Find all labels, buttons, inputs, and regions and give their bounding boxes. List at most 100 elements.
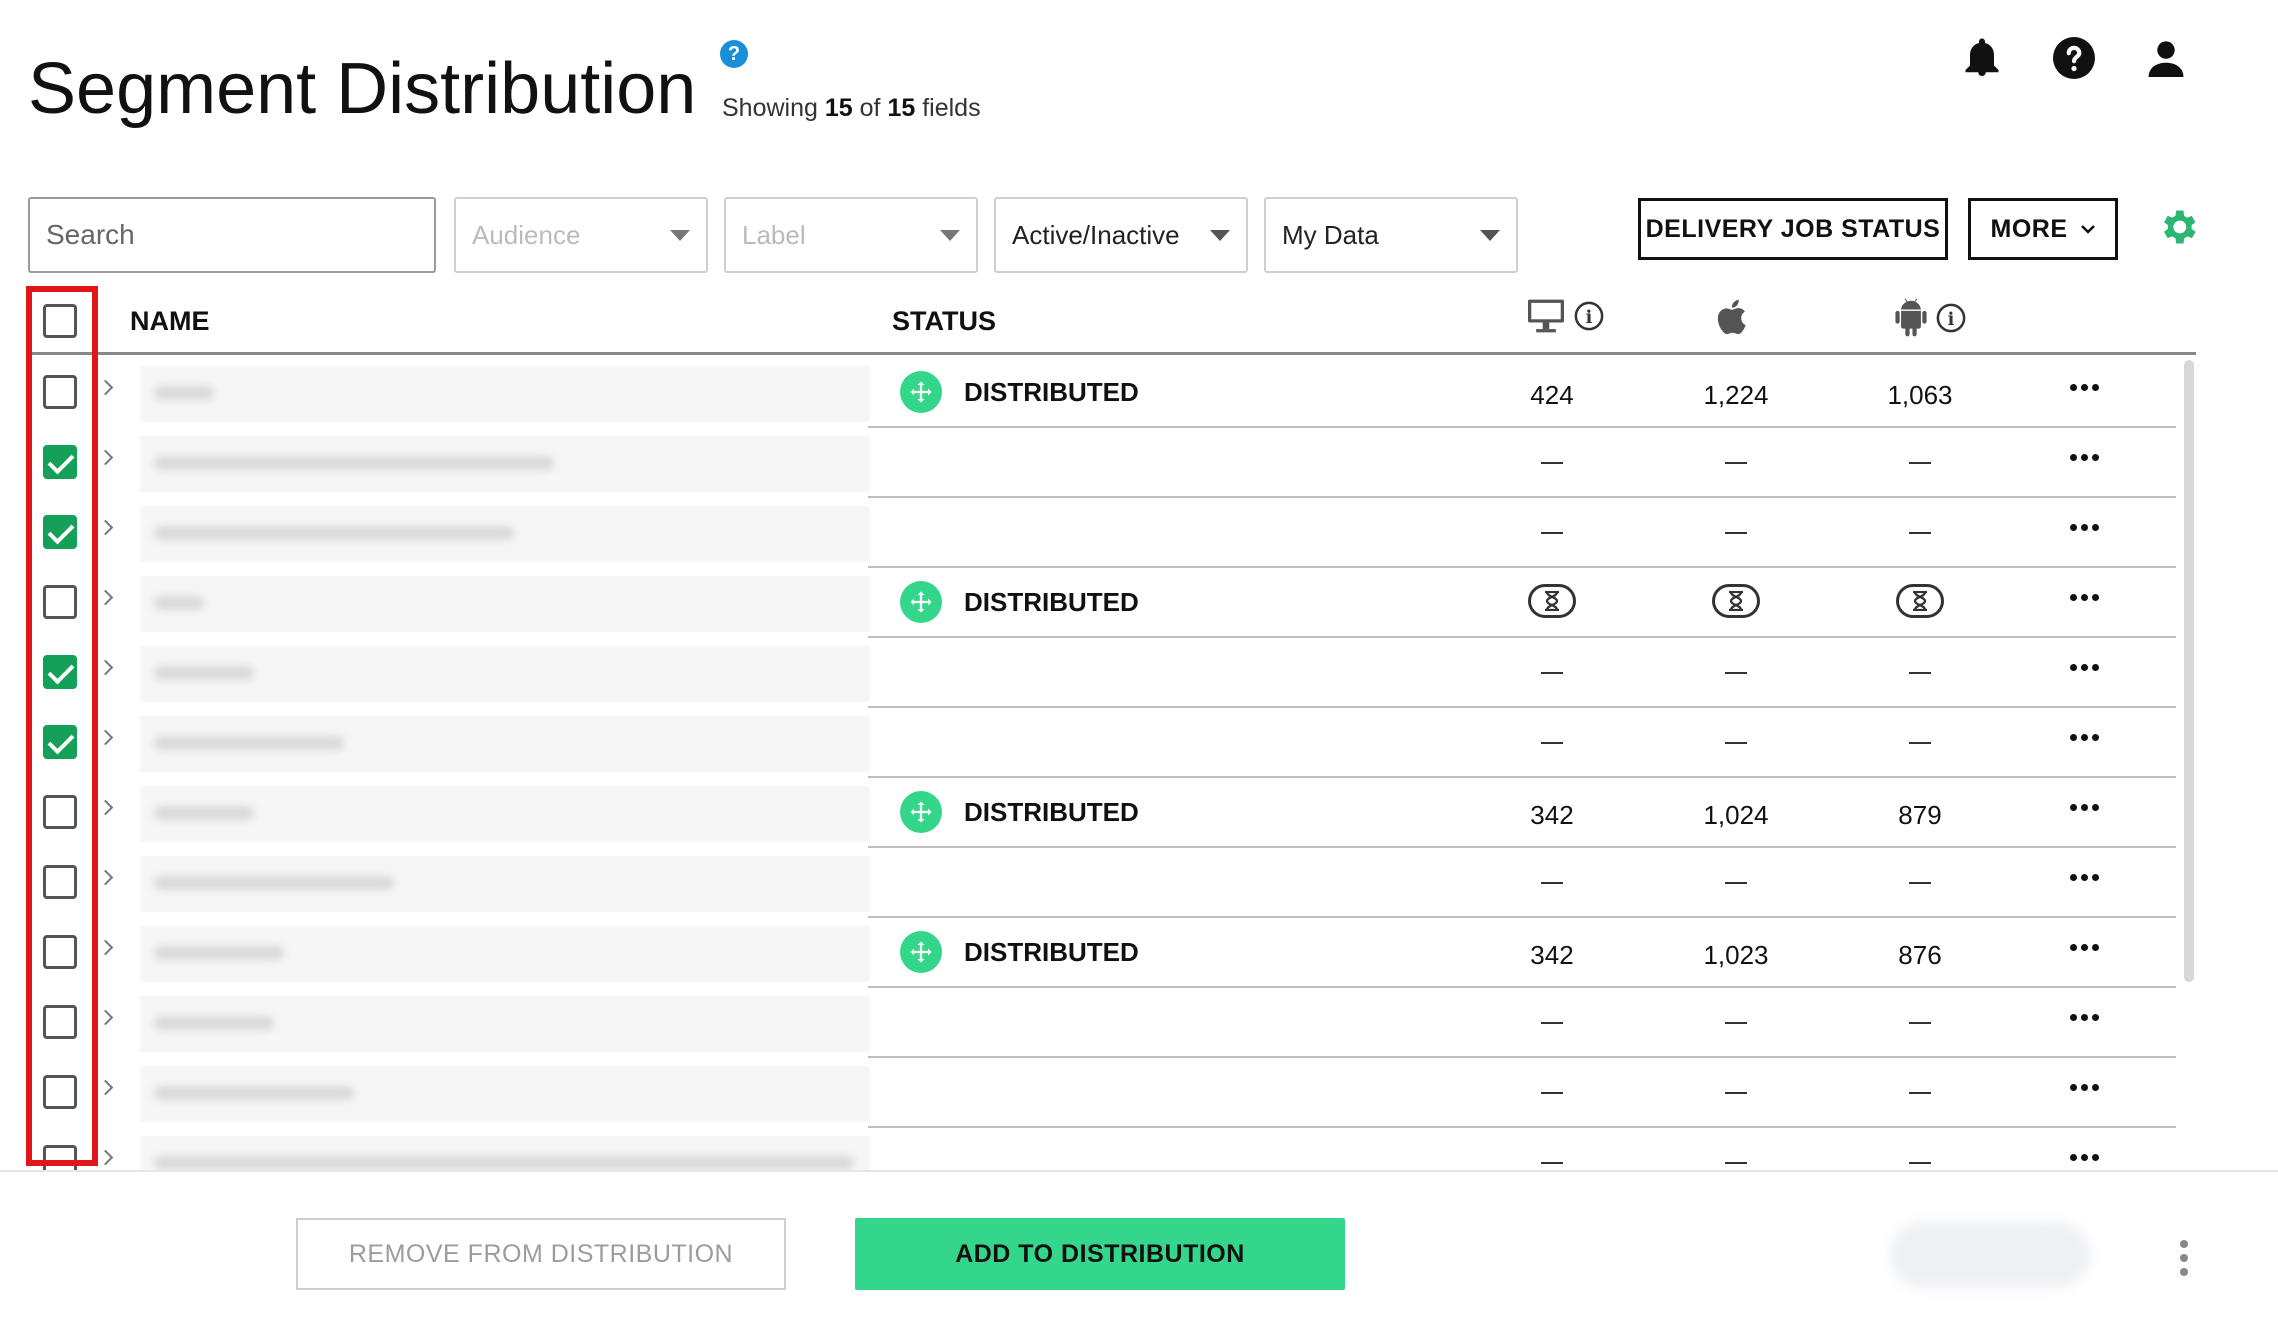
desktop-count: 342 [1530,800,1574,830]
status-column-header[interactable]: STATUS [892,306,996,337]
chevron-right-icon[interactable] [97,869,114,886]
table-row[interactable] [28,638,2196,708]
row-actions-icon[interactable] [2070,874,2099,881]
delivery-job-status-label: DELIVERY JOB STATUS [1645,214,1941,243]
row-actions-icon[interactable] [2070,1154,2099,1161]
segment-name-redacted[interactable] [140,786,870,842]
segment-name-redacted[interactable] [140,996,870,1052]
segment-name-redacted[interactable] [140,716,870,772]
chevron-right-icon[interactable] [97,939,114,956]
desktop-count-empty [1541,882,1563,884]
chevron-right-icon[interactable] [97,1079,114,1096]
label-dropdown-label: Label [742,219,806,250]
row-actions-icon[interactable] [2070,454,2099,461]
table-scrollbar[interactable] [2184,360,2194,982]
segment-name-redacted[interactable] [140,436,870,492]
my-data-dropdown-label: My Data [1282,219,1379,250]
table-row[interactable] [28,498,2196,568]
android-count: 1,063 [1887,380,1953,410]
chevron-down-icon [2080,225,2095,234]
ios-count-empty [1725,742,1747,744]
chevron-right-icon[interactable] [97,589,114,606]
delivery-job-status-button[interactable]: DELIVERY JOB STATUS [1638,198,1948,260]
showing-suffix: fields [922,94,981,122]
hourglass-icon [1712,584,1760,618]
segment-name-redacted[interactable] [140,506,870,562]
segment-name-redacted[interactable] [140,576,870,632]
ios-count-empty [1725,1022,1747,1024]
remove-from-distribution-button[interactable]: REMOVE FROM DISTRIBUTION [296,1218,786,1290]
segment-name-redacted[interactable] [140,926,870,982]
chevron-right-icon[interactable] [97,519,114,536]
status-label: DISTRIBUTED [964,796,1139,827]
table-row[interactable] [28,1058,2196,1128]
my-data-dropdown[interactable]: My Data [1264,197,1518,273]
bell-icon[interactable] [1960,36,2004,80]
row-actions-icon[interactable] [2070,1084,2099,1091]
label-dropdown[interactable]: Label [724,197,978,273]
row-actions-icon[interactable] [2070,594,2099,601]
hourglass-icon [1896,584,1944,618]
table-row[interactable] [28,708,2196,778]
showing-total: 15 [887,94,916,122]
status-label: DISTRIBUTED [964,376,1139,407]
status-label: DISTRIBUTED [964,936,1139,967]
chevron-right-icon[interactable] [97,729,114,746]
row-actions-icon[interactable] [2070,804,2099,811]
table-row[interactable] [28,848,2196,918]
ios-count: 1,023 [1703,940,1769,970]
info-icon[interactable]: i [1936,303,1966,333]
info-glyph: i [1948,310,1955,330]
user-icon[interactable] [2144,36,2188,80]
row-actions-icon[interactable] [2070,524,2099,531]
chevron-right-icon[interactable] [97,659,114,676]
ios-count: 1,024 [1703,800,1769,830]
segment-name-redacted[interactable] [140,646,870,702]
segment-name-redacted[interactable] [140,1066,870,1122]
table-row[interactable] [28,428,2196,498]
row-actions-icon[interactable] [2070,664,2099,671]
desktop-count-empty [1541,1022,1563,1024]
chevron-right-icon[interactable] [97,449,114,466]
table-row[interactable]: DISTRIBUTED [28,568,2196,638]
row-actions-icon[interactable] [2070,944,2099,951]
showing-count: 15 [824,94,853,122]
chevron-down-icon [1480,229,1500,241]
distribute-icon [900,791,942,833]
segment-distribution-page: Segment Distribution ? Showing 15 of 15 … [0,0,2278,1324]
table-row[interactable]: DISTRIBUTED 424 1,224 1,063 [28,358,2196,428]
active-inactive-dropdown[interactable]: Active/Inactive [994,197,1248,273]
name-column-header[interactable]: NAME [130,306,210,337]
more-button[interactable]: MORE [1968,198,2118,260]
help-circle-icon[interactable] [2052,36,2096,80]
chevron-right-icon[interactable] [97,379,114,396]
gear-icon[interactable] [2156,205,2200,249]
status-distributed: DISTRIBUTED [900,371,1139,413]
row-actions-icon[interactable] [2070,1014,2099,1021]
info-glyph: i [1586,308,1593,328]
android-count-empty [1909,882,1931,884]
search-field[interactable] [28,197,436,273]
ios-count-empty [1725,672,1747,674]
title-help-icon[interactable]: ? [720,40,748,68]
chevron-right-icon[interactable] [97,799,114,816]
table-row[interactable]: DISTRIBUTED 342 1,023 876 [28,918,2196,988]
top-right-icons [1960,36,2188,80]
add-to-distribution-button[interactable]: ADD TO DISTRIBUTION [855,1218,1345,1290]
segment-name-redacted[interactable] [140,856,870,912]
search-input[interactable] [46,219,418,251]
row-actions-icon[interactable] [2070,384,2099,391]
showing-prefix: Showing [722,94,818,122]
apple-icon [1717,299,1746,335]
table-row[interactable] [28,988,2196,1058]
blurred-help-widget[interactable] [1890,1222,2090,1288]
table-row[interactable]: DISTRIBUTED 342 1,024 879 [28,778,2196,848]
kebab-menu-icon[interactable] [2180,1240,2188,1276]
desktop-count: 424 [1530,380,1574,410]
segment-name-redacted[interactable] [140,366,870,422]
row-actions-icon[interactable] [2070,734,2099,741]
audience-dropdown[interactable]: Audience [454,197,708,273]
info-icon[interactable]: i [1574,301,1604,331]
chevron-right-icon[interactable] [97,1149,114,1166]
chevron-right-icon[interactable] [97,1009,114,1026]
